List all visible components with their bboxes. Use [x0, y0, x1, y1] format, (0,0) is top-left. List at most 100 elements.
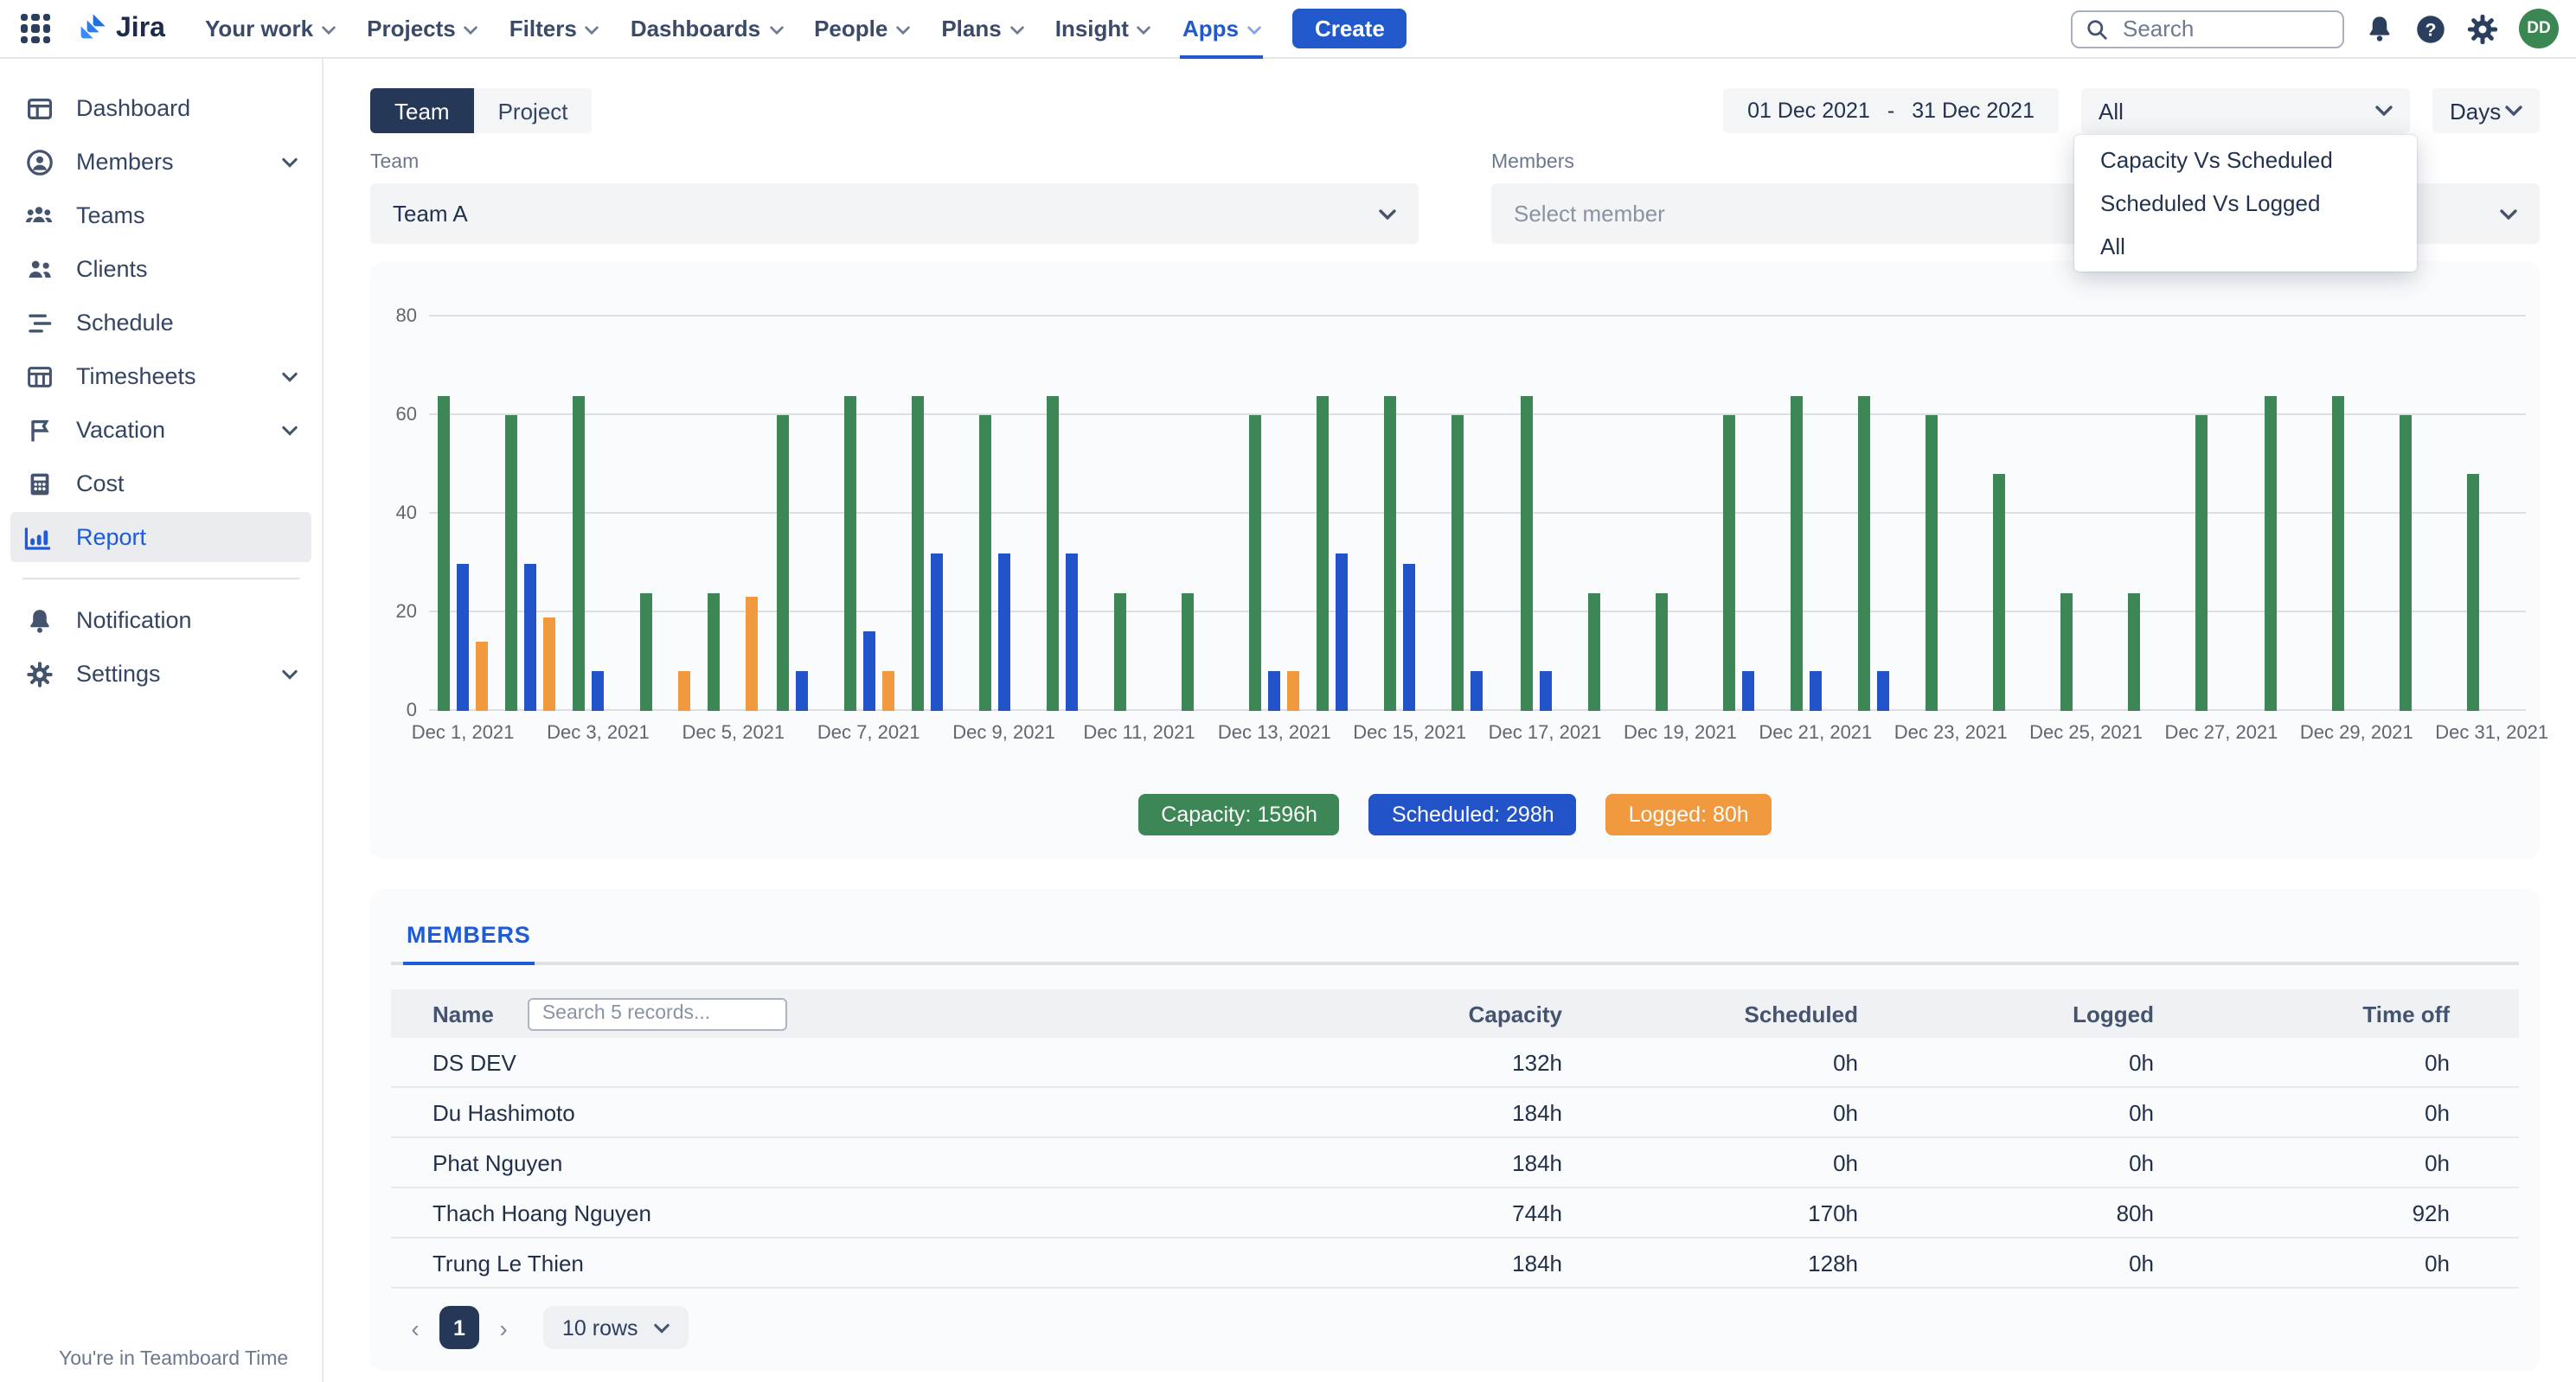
notifications-bell-icon[interactable] [2365, 14, 2394, 43]
scheduled-bar[interactable] [930, 553, 942, 711]
date-range-end[interactable]: 31 Dec 2021 [1912, 99, 2035, 123]
capacity-bar[interactable] [776, 415, 788, 711]
nav-item-apps[interactable]: Apps [1167, 0, 1277, 58]
logged-bar[interactable] [1287, 671, 1299, 711]
nav-item-your-work[interactable]: Your work [189, 0, 351, 58]
capacity-bar[interactable] [1791, 395, 1803, 711]
capacity-bar[interactable] [979, 415, 991, 711]
nav-item-people[interactable]: People [798, 0, 926, 58]
user-avatar[interactable]: DD [2519, 9, 2559, 48]
team-select[interactable]: Team A [370, 183, 1419, 244]
nav-item-dashboards[interactable]: Dashboards [615, 0, 798, 58]
scheduled-bar[interactable] [1268, 671, 1280, 711]
sidebar-item-dashboard[interactable]: Dashboard [10, 83, 311, 133]
scheduled-bar[interactable] [998, 553, 1010, 711]
rows-per-page-select[interactable]: 10 rows [543, 1306, 689, 1349]
capacity-bar[interactable] [2467, 474, 2479, 711]
capacity-bar[interactable] [2196, 415, 2208, 711]
capacity-bar[interactable] [1452, 415, 1464, 711]
capacity-bar[interactable] [641, 592, 653, 711]
capacity-bar[interactable] [911, 395, 923, 711]
table-row[interactable]: Thach Hoang Nguyen744h170h80h92h [391, 1188, 2519, 1238]
capacity-bar[interactable] [1993, 474, 2005, 711]
logged-bar[interactable] [679, 671, 691, 711]
sidebar-item-cost[interactable]: Cost [10, 458, 311, 509]
capacity-bar[interactable] [2331, 395, 2343, 711]
capacity-bar[interactable] [1317, 395, 1330, 711]
capacity-bar[interactable] [843, 395, 855, 711]
capacity-bar[interactable] [1114, 592, 1126, 711]
legend-button-logged[interactable]: Logged: 80h [1606, 794, 1772, 835]
table-row[interactable]: Du Hashimoto184h0h0h0h [391, 1088, 2519, 1138]
nav-item-projects[interactable]: Projects [351, 0, 494, 58]
capacity-bar[interactable] [1723, 415, 1735, 711]
table-row[interactable]: DS DEV132h0h0h0h [391, 1038, 2519, 1088]
jira-logo[interactable]: Jira [73, 10, 165, 47]
tab-members[interactable]: MEMBERS [403, 913, 535, 965]
settings-gear-icon[interactable] [2467, 13, 2498, 44]
legend-button-capacity[interactable]: Capacity: 1596h [1138, 794, 1340, 835]
toggle-option-team[interactable]: Team [370, 88, 474, 133]
date-range-picker[interactable]: 01 Dec 2021 - 31 Dec 2021 [1723, 88, 2059, 133]
table-row[interactable]: Trung Le Thien184h128h0h0h [391, 1238, 2519, 1289]
dropdown-option-all[interactable]: All [2074, 225, 2417, 268]
scheduled-bar[interactable] [1810, 671, 1822, 711]
capacity-bar[interactable] [1249, 415, 1261, 711]
scheduled-bar[interactable] [1877, 671, 1889, 711]
sidebar-item-notification[interactable]: Notification [10, 595, 311, 645]
nav-item-plans[interactable]: Plans [926, 0, 1039, 58]
scheduled-bar[interactable] [1404, 563, 1416, 711]
sidebar-item-schedule[interactable]: Schedule [10, 298, 311, 348]
table-search-input[interactable] [529, 997, 788, 1030]
sidebar-item-vacation[interactable]: Vacation [10, 405, 311, 455]
logged-bar[interactable] [747, 598, 759, 711]
capacity-bar[interactable] [1047, 395, 1059, 711]
scheduled-bar[interactable] [1336, 553, 1349, 711]
capacity-bar[interactable] [2400, 415, 2412, 711]
capacity-bar[interactable] [1182, 592, 1194, 711]
granularity-select[interactable]: Days [2432, 88, 2540, 133]
sidebar-item-members[interactable]: Members [10, 137, 311, 187]
scheduled-bar[interactable] [862, 632, 875, 711]
app-switcher-icon[interactable] [21, 14, 50, 43]
scheduled-bar[interactable] [524, 563, 536, 711]
capacity-bar[interactable] [1385, 395, 1397, 711]
next-page-button[interactable]: › [491, 1314, 516, 1341]
sidebar-item-timesheets[interactable]: Timesheets [10, 351, 311, 401]
legend-button-scheduled[interactable]: Scheduled: 298h [1369, 794, 1577, 835]
toggle-option-project[interactable]: Project [474, 88, 593, 133]
dropdown-option-capacity-vs-scheduled[interactable]: Capacity Vs Scheduled [2074, 138, 2417, 182]
capacity-bar[interactable] [2061, 592, 2073, 711]
scheduled-bar[interactable] [795, 671, 807, 711]
capacity-bar[interactable] [505, 415, 517, 711]
scheduled-bar[interactable] [1066, 553, 1078, 711]
global-search[interactable] [2071, 10, 2344, 48]
search-input[interactable] [2119, 14, 2329, 43]
scheduled-bar[interactable] [457, 563, 469, 711]
capacity-bar[interactable] [708, 592, 721, 711]
sidebar-item-report[interactable]: Report [10, 512, 311, 562]
capacity-bar[interactable] [2264, 395, 2276, 711]
create-button[interactable]: Create [1292, 9, 1407, 48]
help-icon[interactable]: ? [2415, 13, 2446, 44]
sidebar-item-teams[interactable]: Teams [10, 190, 311, 240]
current-page-button[interactable]: 1 [439, 1306, 479, 1349]
logged-bar[interactable] [476, 642, 488, 711]
scheduled-bar[interactable] [592, 671, 604, 711]
capacity-bar[interactable] [573, 395, 585, 711]
prev-page-button[interactable]: ‹ [403, 1314, 427, 1341]
nav-item-filters[interactable]: Filters [494, 0, 615, 58]
capacity-bar[interactable] [1655, 592, 1667, 711]
capacity-bar[interactable] [1520, 395, 1532, 711]
scheduled-bar[interactable] [1539, 671, 1551, 711]
table-row[interactable]: Phat Nguyen184h0h0h0h [391, 1138, 2519, 1188]
dropdown-option-scheduled-vs-logged[interactable]: Scheduled Vs Logged [2074, 182, 2417, 225]
capacity-bar[interactable] [438, 395, 450, 711]
capacity-bar[interactable] [1926, 415, 1938, 711]
logged-bar[interactable] [543, 617, 555, 711]
sidebar-item-clients[interactable]: Clients [10, 244, 311, 294]
capacity-bar[interactable] [1587, 592, 1599, 711]
capacity-bar[interactable] [2129, 592, 2141, 711]
scheduled-bar[interactable] [1742, 671, 1754, 711]
sidebar-item-settings[interactable]: Settings [10, 649, 311, 699]
